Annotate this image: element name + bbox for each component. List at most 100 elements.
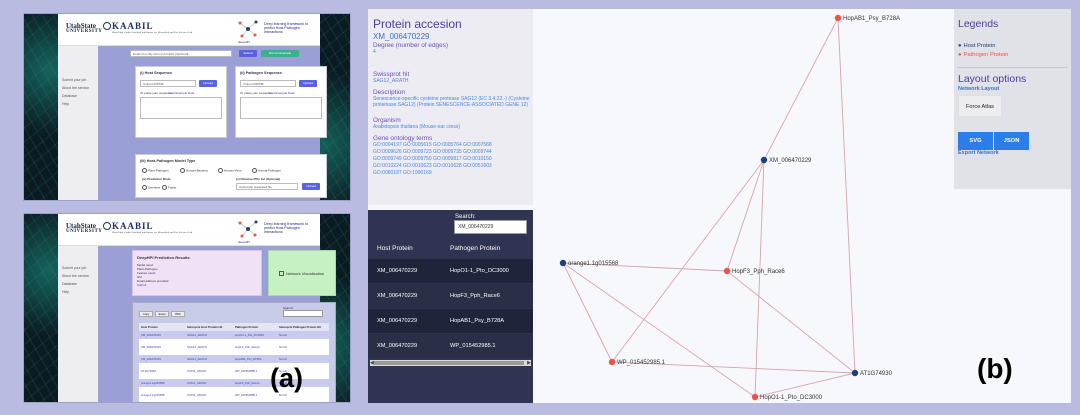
table-row[interactable]: XM_006470229 SAG12_ARATH HopO1-1_Pto_DC300…: [139, 331, 329, 339]
model-type-card: (iii) Host-Pathogen Model Type Plant-Pat…: [135, 154, 327, 198]
table-cell[interactable]: HopO1-1_Pto_DC3000: [235, 331, 264, 339]
table-cell[interactable]: SAG12_ARATH: [187, 355, 207, 363]
host-load-example-link[interactable]: Load Example Data: [168, 91, 194, 95]
column-pathogen-protein[interactable]: Pathogen Protein: [450, 245, 500, 252]
host-protein-cell[interactable]: XM_006470229: [377, 259, 417, 283]
kaabil-logo[interactable]: KAABIL Knowledge Guided Artificial Intel…: [112, 21, 192, 34]
host-protein-cell[interactable]: XM_006470229: [377, 309, 417, 333]
degree-value: 4: [373, 49, 376, 55]
option-plant-pathogen[interactable]: Plant-Pathogen: [142, 168, 169, 173]
table-row[interactable]: XM_006470229 WP_015452985.1: [368, 334, 533, 358]
table-row[interactable]: XM_006470229 SAG12_ARATH HopF3_Pph_Race6 No…: [139, 343, 329, 351]
network-layout-label: Network Layout: [958, 86, 1000, 92]
legend-host-protein: Host Protein: [958, 43, 996, 49]
force-atlas-button[interactable]: Force Atlas: [958, 95, 1002, 117]
table-cell[interactable]: HopAB1_Psy_B728A: [235, 355, 262, 363]
mode-sensitive[interactable]: Sensitive: [142, 185, 160, 190]
scroll-right-icon[interactable]: ▶: [527, 360, 531, 366]
table-cell[interactable]: orange1.1g015568: [141, 379, 165, 387]
table-cell[interactable]: CAT01_ARATH: [187, 379, 206, 387]
usu-logo[interactable]: UtahState UNIVERSITY: [66, 223, 102, 235]
option-human-bacteria[interactable]: Human-Bacteria: [180, 168, 208, 173]
table-cell[interactable]: CAT01_ARATH: [187, 367, 206, 375]
sidebar-item-submit[interactable]: Submit your job: [62, 78, 86, 82]
network-edge: [611, 159, 765, 363]
table-cell[interactable]: XM_006470229: [141, 355, 161, 363]
host-protein-node[interactable]: [851, 369, 859, 377]
sidebar-item-help[interactable]: Help: [62, 102, 69, 106]
results-search-input[interactable]: [283, 310, 323, 317]
email-input[interactable]: Email id (notify when job finish) (Optio…: [130, 50, 232, 57]
table-cell[interactable]: SAG12_ARATH: [187, 331, 207, 339]
go-terms-line[interactable]: GO:0009626 GO:0009723 GO:0009735 GO:0009…: [373, 149, 533, 156]
table-cell[interactable]: HopF3_Pph_Race6: [235, 379, 260, 387]
host-protein-node[interactable]: [559, 259, 567, 267]
pathogen-protein-cell[interactable]: HopAB1_Psy_B728A: [450, 309, 504, 333]
mode-faster[interactable]: Faster: [162, 185, 177, 190]
export-svg-button[interactable]: SVG: [958, 132, 993, 150]
host-protein-cell[interactable]: XM_006470229: [377, 334, 417, 358]
host-upload-button[interactable]: Upload: [199, 80, 217, 87]
table-cell[interactable]: SAG12_ARATH: [187, 343, 207, 351]
pathogen-protein-node[interactable]: [723, 267, 731, 275]
scrollbar-thumb[interactable]: [374, 361, 524, 365]
go-terms-line[interactable]: GO:0004197 GO:0005615 GO:0005764 GO:0007…: [373, 142, 533, 149]
run-example-button[interactable]: Run an Example: [261, 50, 299, 57]
usu-logo[interactable]: UtahState UNIVERSITY: [66, 23, 102, 35]
pathogen-sequence-textarea[interactable]: [240, 97, 322, 119]
host-sequence-textarea[interactable]: [140, 97, 222, 119]
pathogen-protein-node[interactable]: [834, 14, 842, 22]
pathogen-upload-button[interactable]: Upload: [299, 80, 317, 87]
sidebar-item-about[interactable]: About the service: [62, 86, 89, 90]
copy-button[interactable]: Copy: [139, 311, 153, 317]
ppi-list-input[interactable]: Upload list separated file: [236, 183, 298, 190]
pdf-button[interactable]: PDF: [171, 311, 185, 317]
pathogen-protein-cell[interactable]: WP_015452985.1: [450, 334, 496, 358]
table-row[interactable]: XM_006470229 HopAB1_Psy_B728A: [368, 309, 533, 333]
kaabil-logo[interactable]: KAABIL Knowledge Guided Artificial Intel…: [112, 221, 192, 234]
sidebar-item-database[interactable]: Database: [62, 282, 77, 286]
table-row[interactable]: XM_006470229 HopO1-1_Pto_DC3000: [368, 259, 533, 283]
table-search-input[interactable]: XM_006470229: [454, 220, 527, 234]
table-horizontal-scrollbar[interactable]: ◀ ▶: [370, 360, 531, 366]
go-terms-line[interactable]: GO:0010224 GO:0010623 GO:0010628 GO:0051…: [373, 163, 533, 170]
table-cell[interactable]: orange1.1g015568: [141, 391, 165, 399]
host-id-input[interactable]: Uniprot ID/PDB: [140, 80, 196, 87]
table-cell[interactable]: CAT01_ARATH: [187, 391, 206, 399]
swissprot-label: Swissprot hit: [373, 71, 410, 78]
protein-accession-value[interactable]: XM_006470229: [373, 32, 430, 41]
sidebar-item-help[interactable]: Help: [62, 290, 69, 294]
results-table-card: Copy Excel PDF Search: Host Protein Swis…: [132, 302, 336, 402]
table-cell[interactable]: HopF3_Pph_Race6: [235, 343, 260, 351]
swissprot-value[interactable]: SAG12_ARATH: [373, 78, 533, 85]
option-animal-pathogen[interactable]: Animal-Pathogen: [252, 168, 281, 173]
table-cell[interactable]: WP_015452985.1: [235, 367, 257, 375]
ppi-upload-button[interactable]: Upload: [302, 183, 320, 190]
sidebar-item-database[interactable]: Database: [62, 94, 77, 98]
table-cell[interactable]: AT1G74930: [141, 367, 156, 375]
export-json-button[interactable]: JSON: [994, 132, 1029, 150]
table-row[interactable]: XM_006470229 HopF3_Pph_Race6: [368, 284, 533, 308]
go-terms-line[interactable]: GO:0080187 GO:1990169: [373, 170, 533, 177]
pathogen-id-input[interactable]: Uniprot ID/PDB: [240, 80, 296, 87]
pathogen-protein-cell[interactable]: HopO1-1_Pto_DC3000: [450, 259, 509, 283]
summary-line[interactable]: Submit: [137, 283, 146, 287]
pathogen-protein-node[interactable]: [751, 393, 759, 401]
sidebar-item-about[interactable]: About the service: [62, 274, 89, 278]
sidebar-item-submit[interactable]: Submit your job: [62, 266, 86, 270]
table-row[interactable]: XM_006470229 SAG12_ARATH HopAB1_Psy_B728A N…: [139, 355, 329, 363]
network-visualization-button[interactable]: Network Visualization: [268, 250, 336, 296]
table-cell[interactable]: XM_006470229: [141, 331, 161, 339]
excel-button[interactable]: Excel: [155, 311, 169, 317]
pathogen-protein-node[interactable]: [608, 358, 616, 366]
table-cell[interactable]: XM_006470229: [141, 343, 161, 351]
option-human-virus[interactable]: Human-Virus: [218, 168, 241, 173]
table-cell[interactable]: WP_015452985.1: [235, 391, 257, 399]
host-protein-cell[interactable]: XM_006470229: [377, 284, 417, 308]
pathogen-protein-cell[interactable]: HopF3_Pph_Race6: [450, 284, 500, 308]
host-protein-node[interactable]: [760, 156, 768, 164]
go-terms-line[interactable]: GO:0009749 GO:0009750 GO:0009817 GO:0010…: [373, 156, 533, 163]
submit-button[interactable]: Submit: [239, 50, 257, 57]
column-host-protein[interactable]: Host Protein: [377, 245, 413, 252]
pathogen-load-example-link[interactable]: Load Example Data: [268, 91, 294, 95]
